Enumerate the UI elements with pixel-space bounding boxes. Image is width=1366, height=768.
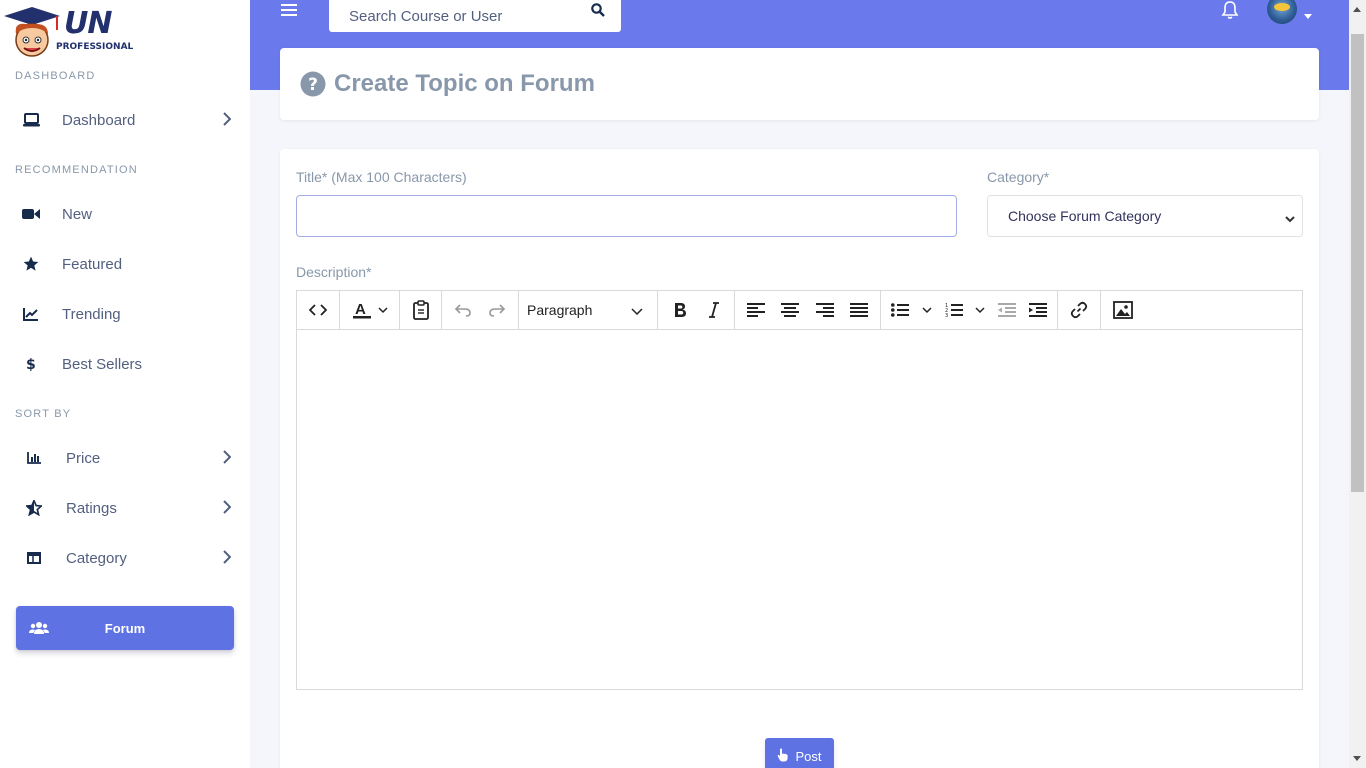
sidebar-item-ratings[interactable]: Ratings	[15, 488, 235, 528]
text-color-icon[interactable]: A	[352, 295, 372, 325]
hamburger-menu-icon[interactable]	[281, 2, 297, 23]
table-icon	[15, 552, 53, 564]
question-circle-icon: ?	[300, 71, 326, 97]
format-block-select[interactable]: Paragraph	[519, 295, 649, 325]
undo-icon[interactable]	[454, 295, 472, 325]
star-icon	[15, 256, 47, 272]
dollar-icon: $	[15, 356, 47, 372]
align-left-icon[interactable]	[747, 295, 766, 325]
bell-icon[interactable]	[1220, 0, 1240, 25]
sidebar: UN PROFESSIONAL DASHBOARD Dashboard RECO…	[0, 0, 250, 768]
rich-text-editor: A Paragraph 1 2 3	[296, 290, 1303, 690]
sidebar-item-label: Forum	[104, 620, 146, 636]
chevron-down-icon[interactable]	[975, 295, 985, 325]
post-button[interactable]: Post	[765, 738, 834, 768]
sidebar-item-best-sellers[interactable]: $ Best Sellers	[15, 344, 235, 384]
numbered-list-icon[interactable]: 123	[945, 295, 963, 325]
title-label: Title* (Max 100 Characters)	[296, 169, 467, 185]
title-input[interactable]	[296, 195, 957, 237]
laptop-icon	[15, 113, 47, 127]
section-label-sort-by: SORT BY	[15, 408, 72, 420]
sidebar-item-featured[interactable]: Featured	[15, 244, 235, 284]
format-block-value: Paragraph	[527, 302, 593, 318]
link-icon[interactable]	[1070, 295, 1088, 325]
post-button-label: Post	[795, 748, 822, 764]
logo[interactable]: UN PROFESSIONAL	[2, 4, 133, 60]
page-scrollbar[interactable]	[1349, 0, 1366, 768]
chevron-down-icon	[631, 302, 643, 318]
category-label: Category*	[987, 169, 1050, 185]
paste-icon[interactable]	[412, 295, 430, 325]
avatar-image	[1274, 3, 1290, 11]
category-selected-value: Choose Forum Category	[1008, 208, 1162, 224]
editor-toolbar: A Paragraph 1 2 3	[297, 291, 1302, 330]
chevron-down-icon[interactable]	[378, 295, 388, 325]
logo-subtext: PROFESSIONAL	[56, 42, 134, 52]
chevron-right-icon	[223, 112, 232, 131]
sidebar-item-forum[interactable]: Forum	[16, 606, 234, 650]
video-camera-icon	[15, 208, 47, 220]
image-icon[interactable]	[1112, 295, 1133, 325]
sidebar-item-label: Best Sellers	[62, 355, 143, 373]
chevron-down-icon[interactable]	[922, 295, 932, 325]
align-justify-icon[interactable]	[849, 295, 868, 325]
page-header-card: ? Create Topic on Forum	[280, 48, 1319, 120]
create-topic-form: Title* (Max 100 Characters) Category* Ch…	[280, 149, 1319, 768]
editor-content-area[interactable]	[297, 330, 1302, 689]
chevron-right-icon	[223, 500, 232, 519]
source-code-icon[interactable]	[309, 295, 327, 325]
svg-text:3: 3	[945, 313, 948, 318]
indent-icon[interactable]	[1028, 295, 1047, 325]
hand-pointer-icon	[777, 748, 789, 765]
bold-icon[interactable]	[673, 295, 687, 325]
chevron-down-icon	[1284, 211, 1296, 229]
page-title: Create Topic on Forum	[334, 70, 595, 97]
sidebar-item-label: Category	[66, 549, 127, 567]
svg-text:?: ?	[308, 75, 318, 95]
scrollbar-thumb[interactable]	[1351, 34, 1364, 492]
svg-text:$: $	[26, 357, 36, 372]
sidebar-item-new[interactable]: New	[15, 194, 235, 234]
sidebar-item-dashboard[interactable]: Dashboard	[15, 100, 235, 140]
bullet-list-icon[interactable]	[891, 295, 910, 325]
chart-line-icon	[15, 307, 47, 321]
section-label-dashboard: DASHBOARD	[15, 70, 96, 82]
star-half-icon	[15, 500, 53, 516]
graduate-mascot-icon	[4, 7, 60, 57]
outdent-icon[interactable]	[997, 295, 1016, 325]
search-bar	[329, 0, 621, 32]
search-icon[interactable]	[591, 3, 605, 22]
sidebar-item-category[interactable]: Category	[15, 538, 235, 578]
logo-text: UN	[64, 6, 112, 41]
sidebar-item-label: Dashboard	[62, 111, 136, 129]
bar-chart-icon	[15, 452, 53, 464]
chevron-right-icon	[223, 450, 232, 469]
align-right-icon[interactable]	[815, 295, 834, 325]
sidebar-item-label: Featured	[62, 255, 123, 273]
chevron-right-icon	[223, 550, 232, 569]
sidebar-item-label: Ratings	[66, 499, 117, 517]
sidebar-item-label: New	[62, 205, 93, 223]
sidebar-item-price[interactable]: Price	[15, 438, 235, 478]
category-select[interactable]: Choose Forum Category	[987, 195, 1303, 237]
align-center-icon[interactable]	[781, 295, 800, 325]
sidebar-item-label: Trending	[62, 305, 121, 323]
sidebar-item-trending[interactable]: Trending	[15, 294, 235, 334]
section-label-recommendation: RECOMMENDATION	[15, 164, 138, 176]
sidebar-item-label: Price	[66, 449, 101, 467]
caret-down-icon[interactable]	[1304, 6, 1312, 24]
italic-icon[interactable]	[708, 295, 720, 325]
search-input[interactable]	[349, 7, 579, 25]
scroll-down-arrow-icon[interactable]	[1353, 756, 1361, 761]
description-label: Description*	[296, 264, 372, 280]
redo-icon[interactable]	[488, 295, 506, 325]
scroll-up-arrow-icon[interactable]	[1353, 7, 1361, 12]
svg-text:A: A	[355, 301, 366, 318]
